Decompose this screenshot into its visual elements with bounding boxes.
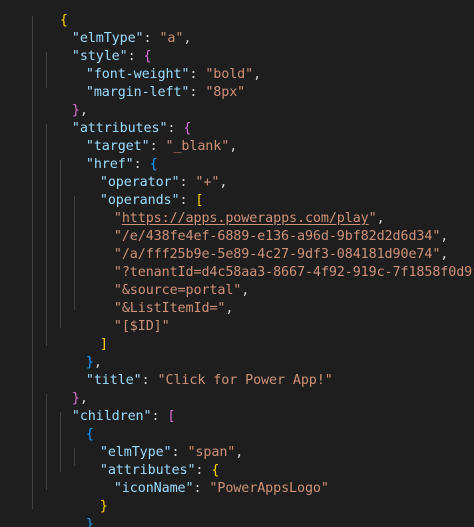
json-string: "PowerAppsLogo" xyxy=(209,481,329,496)
code-line[interactable]: "elmType": "a", xyxy=(40,12,192,46)
close-brace: } xyxy=(99,499,108,514)
code-line[interactable]: { xyxy=(54,408,94,442)
json-key: "margin-left" xyxy=(85,85,190,100)
code-line[interactable]: "font-weight": "bold", xyxy=(54,48,261,82)
code-line[interactable]: "iconName": "PowerAppsLogo" xyxy=(82,462,329,496)
json-string: "[$ID]" xyxy=(113,319,170,334)
close-brace: } xyxy=(85,517,94,527)
json-string: "a" xyxy=(159,31,184,46)
json-string: "Click for Power App!" xyxy=(157,373,333,388)
code-line[interactable]: "&source=portal", xyxy=(82,264,249,298)
code-line[interactable]: "title": "Click for Power App!" xyxy=(54,354,333,388)
code-editor[interactable]: { "elmType": "a", "style": { "font-weigh… xyxy=(0,0,474,527)
code-line[interactable]: "elmType": "span", xyxy=(68,426,243,460)
code-line[interactable]: ] xyxy=(40,516,80,527)
json-key: "title" xyxy=(85,373,142,388)
code-line[interactable]: "?tenantId=d4c58aa3-8667-4f92-919c-7f185… xyxy=(82,246,474,280)
code-line[interactable]: }, xyxy=(40,84,88,118)
code-line[interactable]: "style": { xyxy=(40,30,152,64)
code-line[interactable]: "&ListItemId=", xyxy=(82,282,234,316)
json-key: "iconName" xyxy=(113,481,194,496)
code-line[interactable]: } xyxy=(68,480,108,514)
indent-guide xyxy=(32,16,33,509)
open-bracket: [ xyxy=(167,409,176,424)
code-line[interactable]: "href": { xyxy=(54,138,158,172)
code-line[interactable]: "margin-left": "8px" xyxy=(54,66,245,100)
code-line[interactable]: ] xyxy=(68,318,108,352)
json-string: "8px" xyxy=(205,85,246,100)
code-line[interactable]: { xyxy=(28,0,68,28)
code-line[interactable]: "/e/438fe4ef-6889-e136-a96d-9bf82d2d6d34… xyxy=(82,210,449,244)
code-line[interactable]: "attributes": { xyxy=(68,444,220,478)
code-line[interactable]: "operands": [ xyxy=(68,174,204,208)
code-line[interactable]: } xyxy=(54,498,94,527)
code-line[interactable]: "attributes": { xyxy=(40,102,192,136)
code-line[interactable]: "children": [ xyxy=(40,390,176,424)
code-line[interactable]: "[$ID]" xyxy=(82,300,170,334)
code-line[interactable]: }, xyxy=(40,372,88,406)
code-line[interactable]: "https://apps.powerapps.com/play", xyxy=(82,192,385,226)
indent-guide xyxy=(46,124,47,346)
code-line[interactable]: "/a/fff25b9e-5e89-4c27-9df3-084181d90e74… xyxy=(82,228,449,262)
json-string: "_blank" xyxy=(165,139,230,154)
code-line[interactable]: "operator": "+", xyxy=(68,156,228,190)
code-line[interactable]: }, xyxy=(54,336,102,370)
code-line[interactable]: "target": "_blank", xyxy=(54,120,237,154)
